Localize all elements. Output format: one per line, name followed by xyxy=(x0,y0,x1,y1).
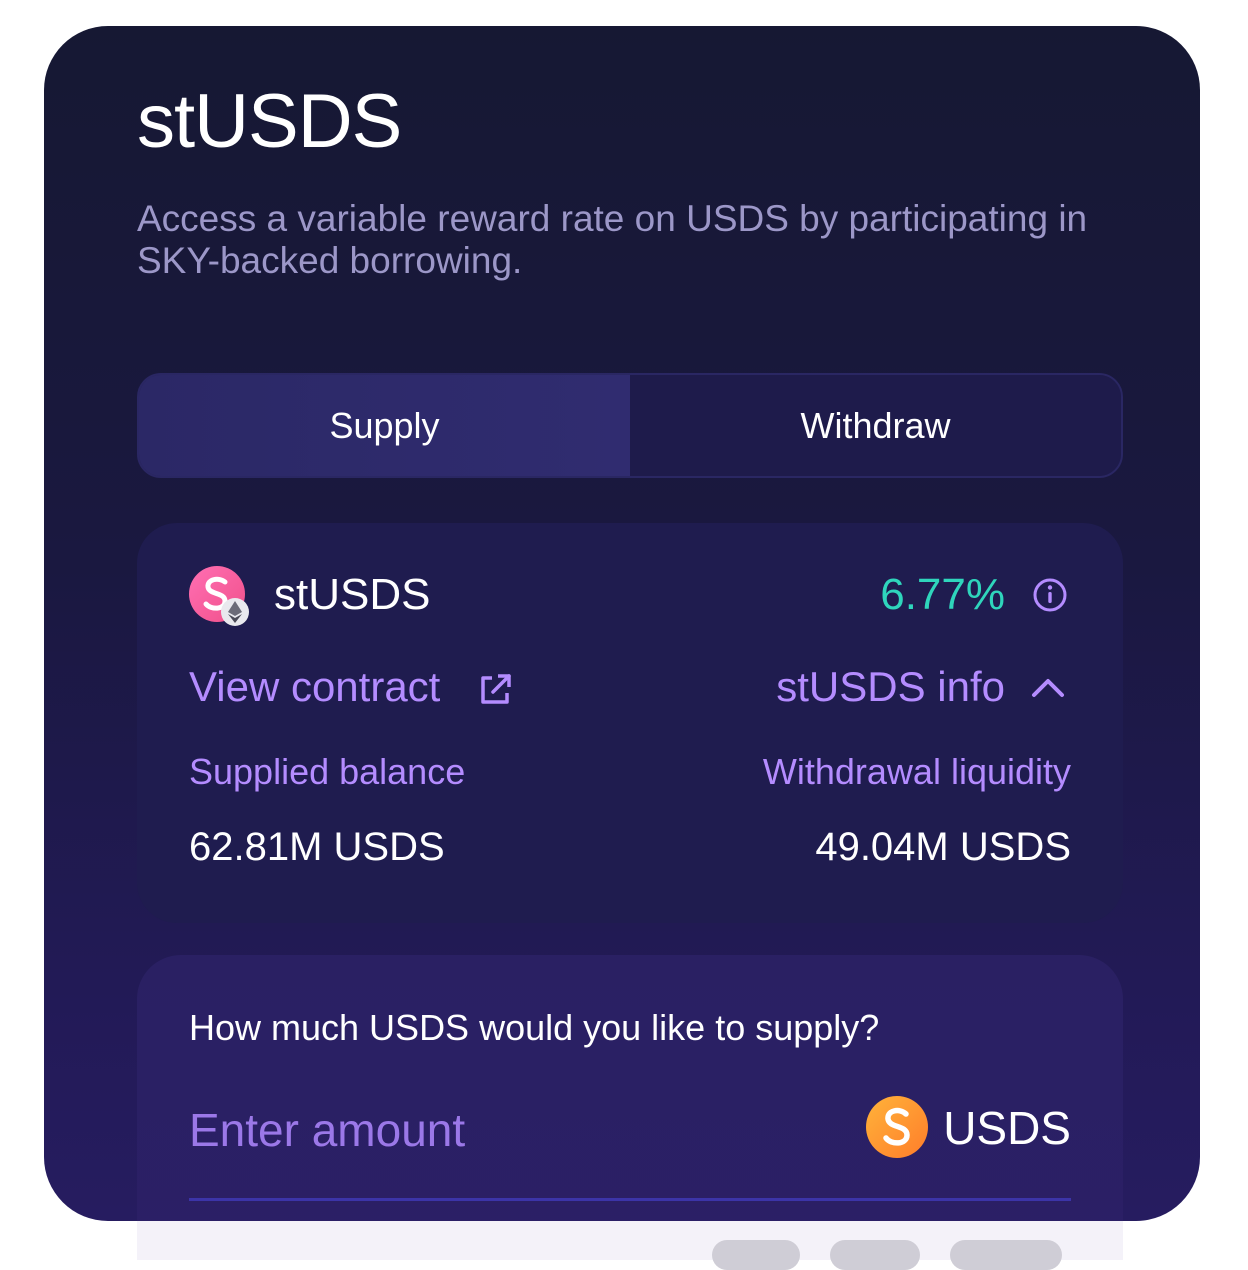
tab-supply[interactable]: Supply xyxy=(139,375,630,476)
view-contract-link[interactable]: View contract xyxy=(189,663,440,711)
chevron-up-icon[interactable] xyxy=(1031,675,1065,699)
selected-token-label[interactable]: USDS xyxy=(943,1101,1071,1155)
page-title: stUSDS xyxy=(137,79,402,164)
supplied-balance-label: Supplied balance xyxy=(189,751,466,792)
info-icon[interactable] xyxy=(1032,577,1068,613)
stusds-module-card: stUSDS Access a variable reward rate on … xyxy=(44,26,1200,1221)
supply-withdraw-tabs: Supply Withdraw xyxy=(137,373,1123,478)
reward-rate: 6.77% xyxy=(880,570,1005,619)
supply-question: How much USDS would you like to supply? xyxy=(189,1007,880,1048)
stusds-token-icon xyxy=(189,566,249,626)
percentage-chip[interactable] xyxy=(712,1240,800,1270)
usds-token-icon xyxy=(866,1096,928,1158)
amount-input[interactable] xyxy=(189,1095,749,1165)
page-subtitle: Access a variable reward rate on USDS by… xyxy=(137,198,1088,281)
tab-withdraw[interactable]: Withdraw xyxy=(630,375,1121,476)
input-underline xyxy=(189,1198,1071,1201)
token-name: stUSDS xyxy=(274,570,431,619)
percentage-chip[interactable] xyxy=(830,1240,920,1270)
supply-input-panel: How much USDS would you like to supply? … xyxy=(137,955,1123,1221)
token-info-toggle[interactable]: stUSDS info xyxy=(776,663,1005,711)
percentage-chip[interactable] xyxy=(950,1240,1062,1270)
withdrawal-liquidity-value: 49.04M USDS xyxy=(815,825,1071,869)
external-link-icon[interactable] xyxy=(477,672,513,708)
token-info-panel: stUSDS 6.77% View contract stUSDS info S… xyxy=(137,523,1123,923)
supplied-balance-value: 62.81M USDS xyxy=(189,825,445,869)
withdrawal-liquidity-label: Withdrawal liquidity xyxy=(762,751,1071,792)
